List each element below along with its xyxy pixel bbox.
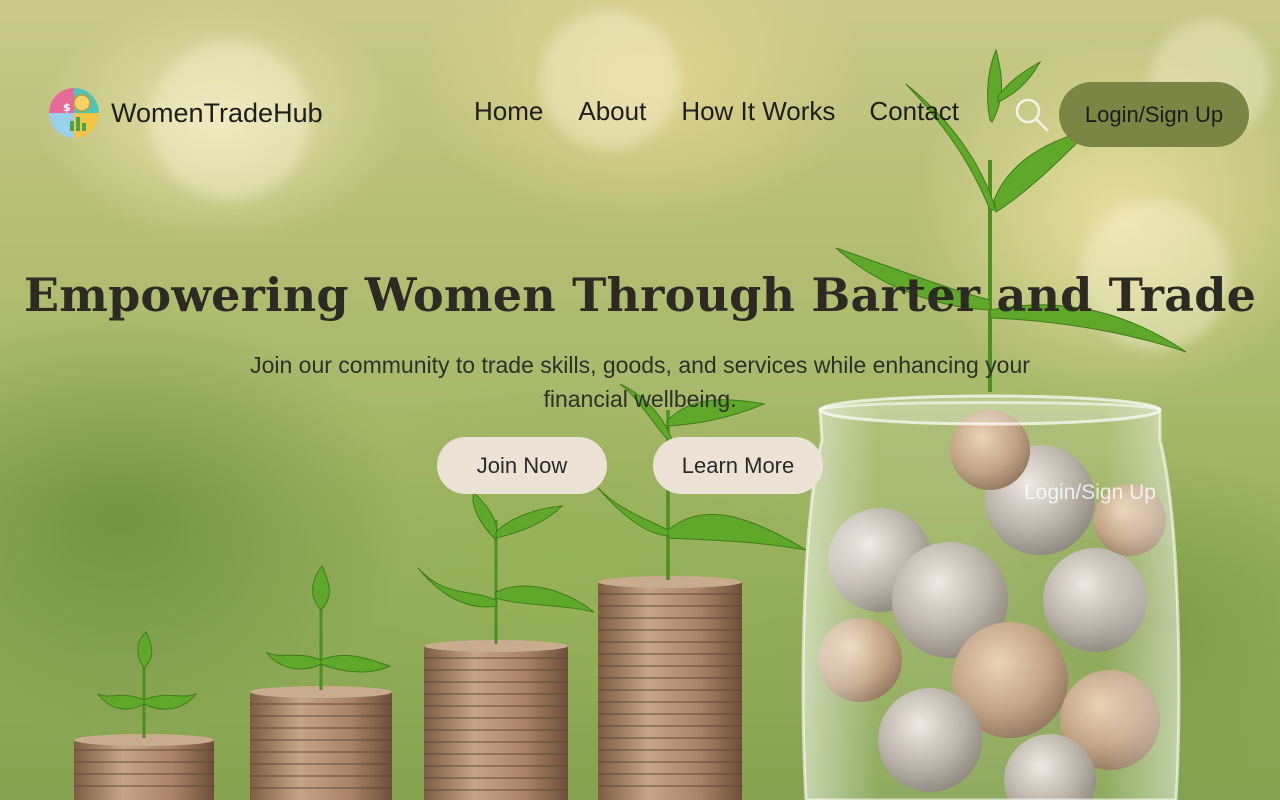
nav-link-how-it-works[interactable]: How It Works <box>681 96 835 127</box>
search-button[interactable] <box>1013 96 1051 134</box>
coin-stack-4 <box>598 576 742 800</box>
hero-title: Empowering Women Through Barter and Trad… <box>23 268 1257 322</box>
search-icon <box>1015 98 1049 132</box>
brand-name: WomenTradeHub <box>111 97 323 128</box>
coin-stack-1 <box>74 734 214 800</box>
join-now-button[interactable]: Join Now <box>437 437 607 494</box>
hero-subtitle: Join our community to trade skills, good… <box>250 352 1030 412</box>
finance-chart-logo-icon: $ <box>49 88 99 138</box>
coin-jar <box>801 394 1181 800</box>
login-signup-button[interactable]: Login/Sign Up <box>1059 82 1249 147</box>
main-nav: Home About How It Works Contact <box>474 96 994 127</box>
coin-stack-3 <box>424 640 568 800</box>
learn-more-button[interactable]: Learn More <box>653 437 823 494</box>
coin-stack-2 <box>250 686 392 800</box>
overlay-login-signup-link[interactable]: Login/Sign Up <box>1024 481 1156 505</box>
svg-text:$: $ <box>63 101 71 114</box>
nav-link-about[interactable]: About <box>578 96 646 127</box>
nav-link-contact[interactable]: Contact <box>869 96 959 127</box>
brand[interactable]: $ WomenTradeHub <box>48 87 323 139</box>
nav-link-home[interactable]: Home <box>474 96 543 127</box>
site-header: $ WomenTradeHub Home About How It Works … <box>48 82 1249 147</box>
